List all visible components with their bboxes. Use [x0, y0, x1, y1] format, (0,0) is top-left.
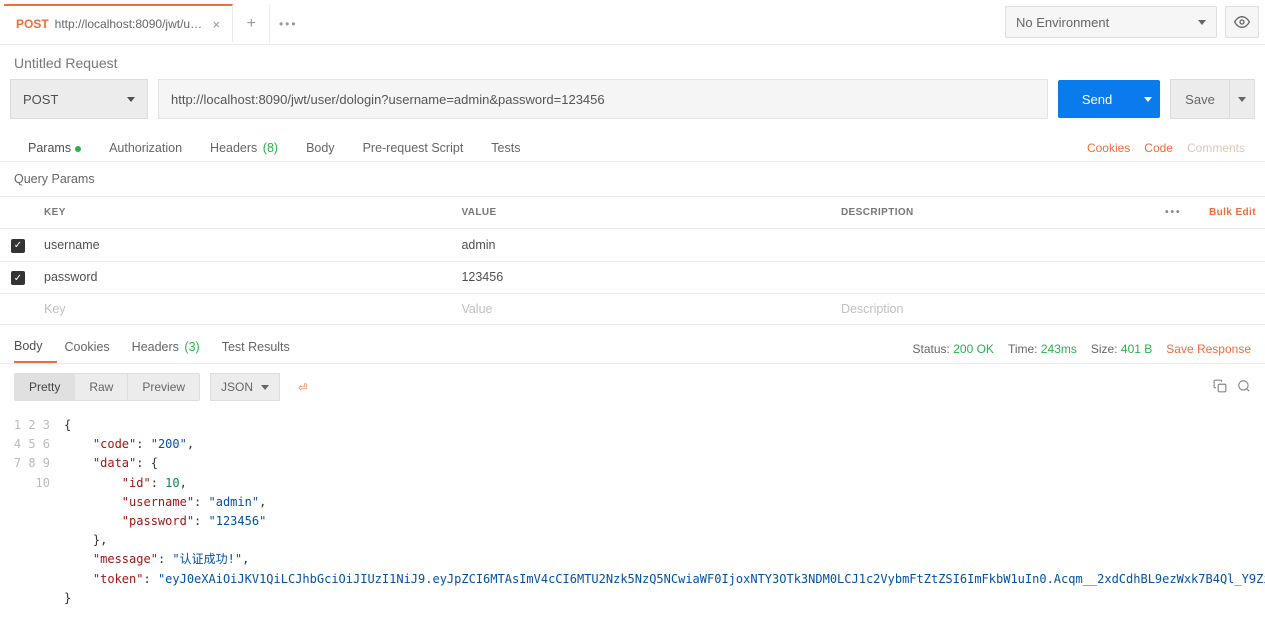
resp-tab-tests[interactable]: Test Results [222, 336, 304, 362]
status-label: Status: 200 OK [913, 342, 994, 356]
param-value-ph[interactable]: Value [453, 294, 833, 325]
cookies-link[interactable]: Cookies [1087, 141, 1130, 155]
tab-params[interactable]: Params [14, 135, 95, 161]
tab-headers[interactable]: Headers (8) [196, 135, 292, 161]
param-value[interactable]: 123456 [453, 261, 833, 294]
tab-method: POST [16, 17, 49, 31]
time-label: Time: 243ms [1008, 342, 1077, 356]
wrap-lines-button[interactable]: ⏎ [290, 372, 315, 402]
tab-prerequest[interactable]: Pre-request Script [349, 135, 478, 161]
send-button[interactable]: Send [1058, 80, 1136, 118]
save-button[interactable]: Save [1170, 79, 1230, 119]
environment-label: No Environment [1016, 15, 1109, 30]
param-key-ph[interactable]: Key [36, 294, 453, 325]
response-body[interactable]: { "code": "200", "data": { "id": 10, "us… [64, 416, 1265, 608]
view-env-button[interactable] [1225, 6, 1259, 38]
view-raw-button[interactable]: Raw [74, 374, 127, 400]
environment-select[interactable]: No Environment [1005, 6, 1217, 38]
bulk-edit-button[interactable]: Bulk Edit [1209, 207, 1256, 218]
search-icon[interactable] [1237, 379, 1251, 396]
col-menu-button[interactable]: ••• [1165, 207, 1182, 218]
checkbox-icon[interactable]: ✓ [11, 239, 25, 253]
close-icon[interactable]: × [213, 17, 221, 32]
param-key[interactable]: username [36, 229, 453, 262]
send-dropdown[interactable] [1136, 80, 1160, 118]
code-link[interactable]: Code [1144, 141, 1173, 155]
url-input[interactable] [158, 79, 1048, 119]
param-key[interactable]: password [36, 261, 453, 294]
chevron-down-icon [261, 385, 269, 390]
tab-body[interactable]: Body [292, 135, 349, 161]
view-preview-button[interactable]: Preview [127, 374, 199, 400]
view-pretty-button[interactable]: Pretty [15, 374, 74, 400]
tab-request[interactable]: POST http://localhost:8090/jwt/use... × [4, 4, 233, 42]
request-name: Untitled Request [0, 45, 1265, 79]
tab-title: http://localhost:8090/jwt/use... [55, 17, 205, 31]
format-type-select[interactable]: JSON [210, 373, 280, 401]
save-dropdown[interactable] [1230, 79, 1255, 119]
resp-tab-cookies[interactable]: Cookies [65, 336, 124, 362]
param-row[interactable]: ✓ username admin [0, 229, 1265, 262]
chevron-down-icon [127, 97, 135, 102]
tab-tests[interactable]: Tests [477, 135, 534, 161]
resp-tab-body[interactable]: Body [14, 335, 57, 363]
param-row-empty[interactable]: Key Value Description [0, 294, 1265, 325]
checkbox-icon[interactable]: ✓ [11, 271, 25, 285]
chevron-down-icon [1198, 20, 1206, 25]
add-tab-button[interactable]: + [233, 4, 270, 44]
tab-overflow-button[interactable]: ••• [270, 4, 306, 44]
param-value[interactable]: admin [453, 229, 833, 262]
save-response-button[interactable]: Save Response [1166, 342, 1251, 356]
param-row[interactable]: ✓ password 123456 [0, 261, 1265, 294]
resp-tab-headers[interactable]: Headers (3) [132, 336, 214, 362]
size-label: Size: 401 B [1091, 342, 1152, 356]
line-numbers: 1 2 3 4 5 6 7 8 9 10 [0, 416, 64, 608]
method-select[interactable]: POST [10, 79, 148, 119]
param-desc-ph[interactable]: Description [833, 294, 1157, 325]
col-desc: DESCRIPTION [833, 197, 1157, 229]
copy-icon[interactable] [1213, 379, 1227, 396]
tab-authorization[interactable]: Authorization [95, 135, 196, 161]
col-key: KEY [36, 197, 453, 229]
query-params-title: Query Params [0, 162, 1265, 196]
method-value: POST [23, 92, 58, 107]
col-value: VALUE [453, 197, 833, 229]
comments-link[interactable]: Comments [1187, 141, 1245, 155]
